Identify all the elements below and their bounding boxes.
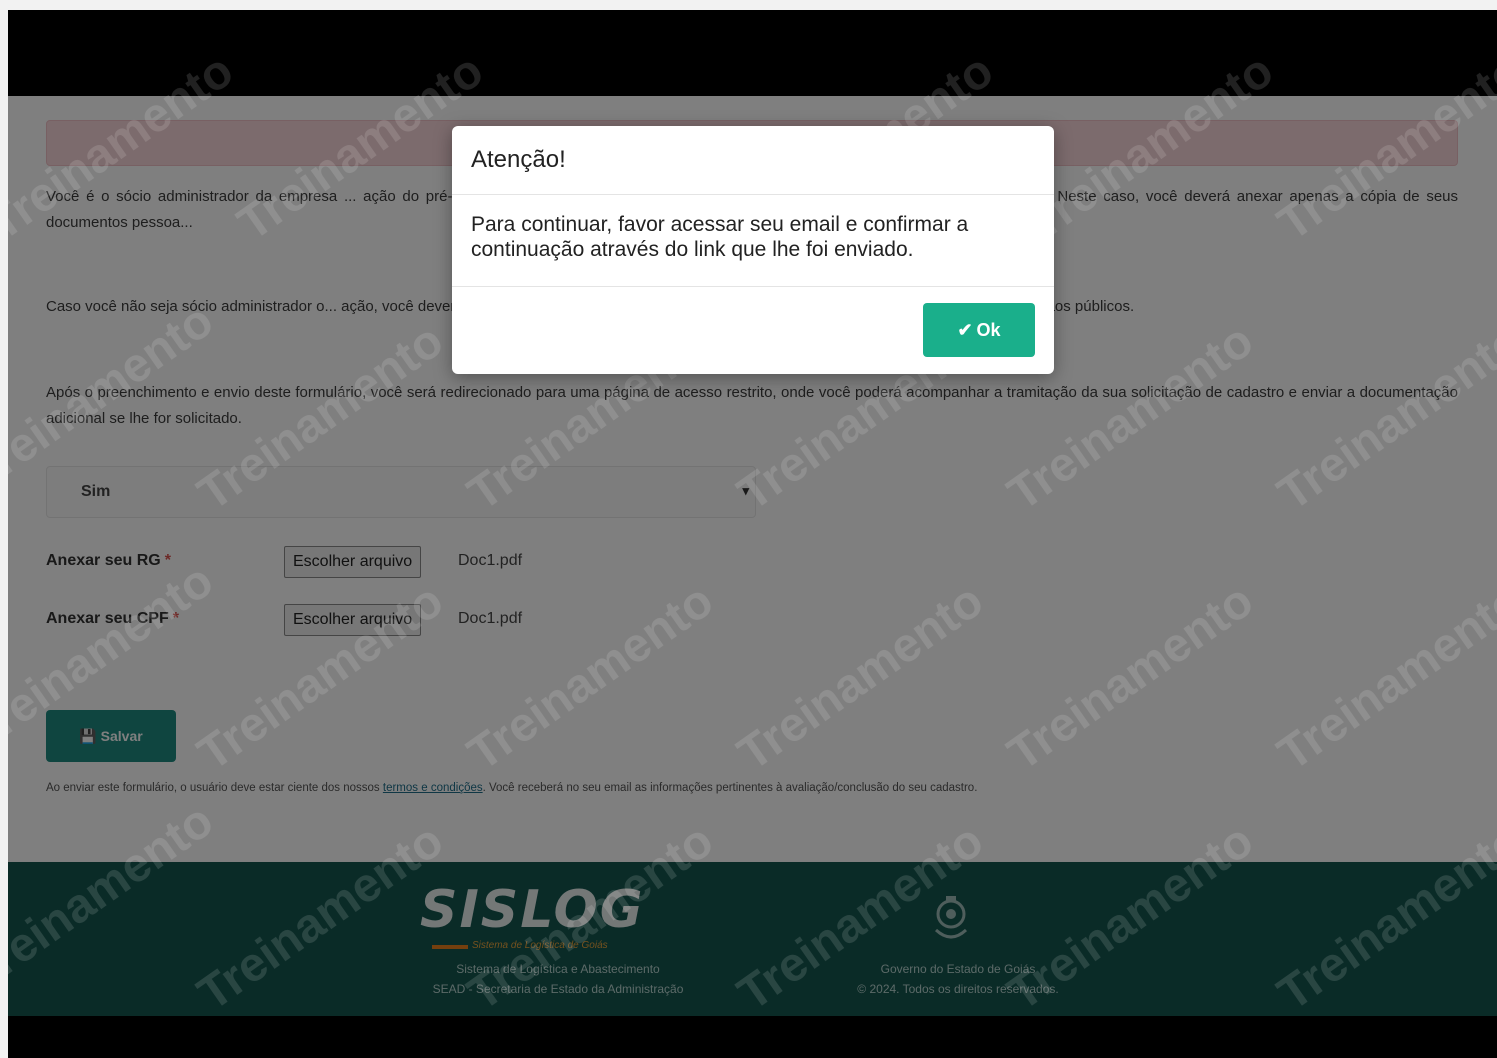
- dialog-divider: [452, 286, 1054, 287]
- dialog-message: Para continuar, favor acessar seu email …: [471, 213, 969, 261]
- attention-dialog: Atenção! Para continuar, favor acessar s…: [452, 126, 1054, 374]
- dialog-title: Atenção!: [471, 146, 566, 173]
- check-icon: ✔: [957, 320, 973, 340]
- ok-button-label: Ok: [976, 320, 1001, 340]
- screen-frame: Você é o sócio administrador da empresa …: [8, 10, 1497, 1058]
- ok-button[interactable]: ✔ Ok: [923, 303, 1035, 357]
- dialog-divider: [452, 194, 1054, 195]
